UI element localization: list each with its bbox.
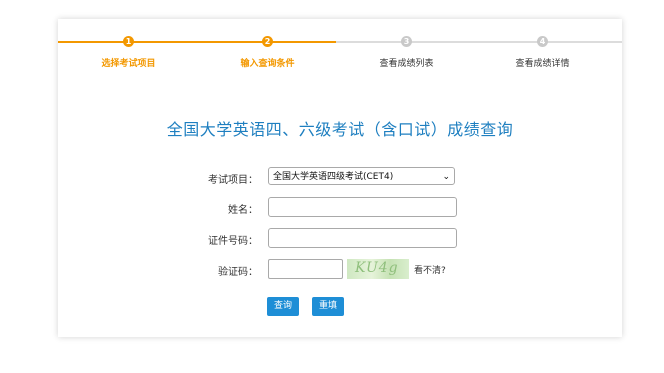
step-3-label: 查看成绩列表	[379, 59, 434, 69]
step-1-number: 1	[123, 36, 134, 47]
step-2-label: 输入查询条件	[240, 59, 295, 69]
step-4-number: 4	[537, 36, 548, 47]
step-2-number: 2	[262, 36, 273, 47]
step-4-label: 查看成绩详情	[515, 59, 570, 69]
page-title: 全国大学英语四、六级考试（含口试）成绩查询	[166, 120, 514, 139]
captcha-input[interactable]	[268, 259, 343, 279]
captcha-row: 验证码： KU4g 看不清?	[58, 259, 622, 281]
progress-steps: 1 选择考试项目 2 输入查询条件 3 查看成绩列表 4 查看成绩详情	[58, 33, 622, 73]
exam-row: 考试项目： 全国大学英语四级考试(CET4) ⌄	[58, 167, 622, 189]
step-1-label: 选择考试项目	[101, 59, 156, 69]
id-label: 证件号码：	[208, 236, 258, 247]
name-input[interactable]	[268, 197, 457, 217]
captcha-image[interactable]: KU4g	[347, 259, 409, 279]
step-1: 1 选择考试项目	[58, 33, 199, 69]
name-row: 姓名：	[58, 197, 622, 219]
id-number-input[interactable]	[268, 228, 457, 248]
step-3: 3 查看成绩列表	[336, 33, 477, 69]
exam-select[interactable]: 全国大学英语四级考试(CET4) ⌄	[268, 167, 455, 185]
exam-select-value: 全国大学英语四级考试(CET4)	[273, 172, 394, 182]
query-button[interactable]: 查询	[267, 297, 299, 316]
exam-label: 考试项目：	[208, 175, 258, 186]
query-card: 1 选择考试项目 2 输入查询条件 3 查看成绩列表 4 查看成绩详情 全国大学…	[58, 19, 622, 337]
step-4: 4 查看成绩详情	[472, 33, 613, 69]
captcha-label: 验证码：	[218, 267, 258, 278]
chevron-down-icon: ⌄	[442, 172, 450, 182]
captcha-image-text: KU4g	[355, 260, 399, 276]
name-label: 姓名：	[228, 205, 258, 216]
captcha-refresh-link[interactable]: 看不清?	[414, 263, 446, 276]
step-3-number: 3	[401, 36, 412, 47]
button-row: 查询 重填	[58, 297, 622, 319]
reset-button[interactable]: 重填	[312, 297, 344, 316]
id-row: 证件号码：	[58, 228, 622, 250]
step-2: 2 输入查询条件	[197, 33, 338, 69]
